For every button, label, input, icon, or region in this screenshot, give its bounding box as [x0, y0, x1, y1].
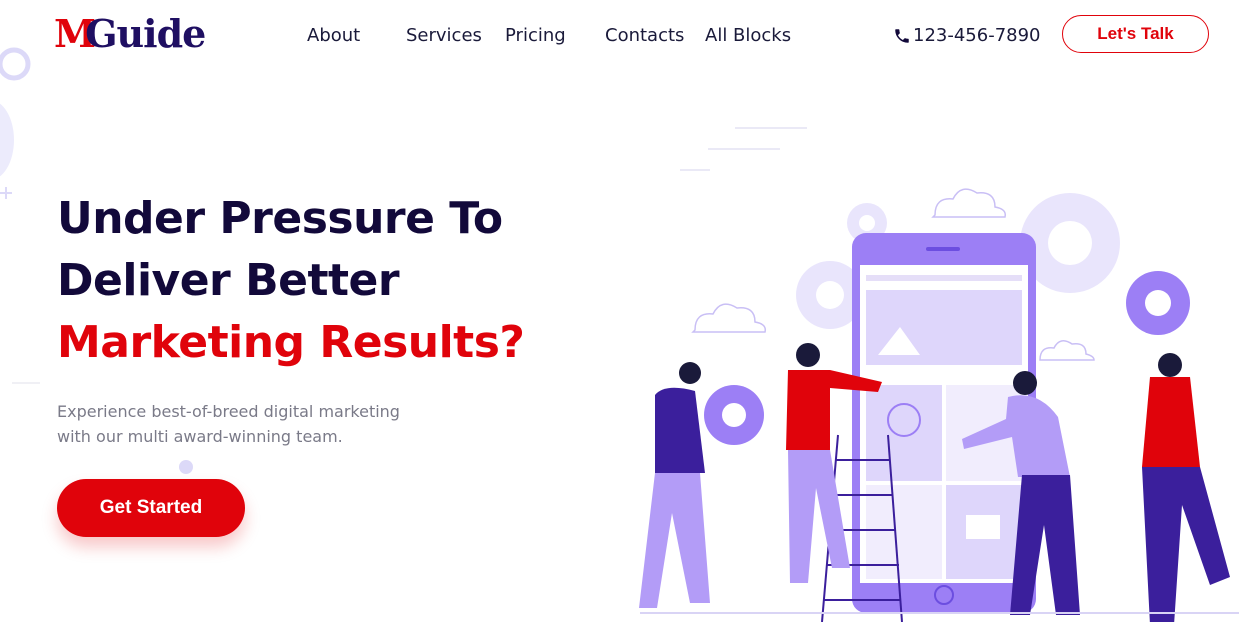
- lets-talk-button[interactable]: Let's Talk: [1062, 15, 1209, 53]
- phone-icon: [895, 29, 909, 43]
- hero-title: Under Pressure To Deliver Better Marketi…: [57, 188, 577, 374]
- logo[interactable]: MGuide: [54, 11, 206, 56]
- phone-link[interactable]: 123-456-7890: [893, 24, 1041, 48]
- nav-about[interactable]: About: [307, 24, 360, 48]
- decorative-dot: [179, 460, 193, 474]
- nav-services[interactable]: Services: [406, 24, 482, 48]
- decorative-shapes: [0, 47, 40, 384]
- nav-contacts[interactable]: Contacts: [605, 24, 684, 48]
- hero-title-line-3: Marketing Results?: [57, 317, 525, 368]
- nav-pricing[interactable]: Pricing: [505, 24, 566, 48]
- hero-subtitle-line-2: with our multi award-winning team.: [57, 427, 343, 446]
- logo-text: Guide: [85, 11, 206, 56]
- phone-number: 123-456-7890: [913, 25, 1041, 46]
- nav-all-blocks[interactable]: All Blocks: [705, 24, 791, 48]
- hero-title-line-1: Under Pressure To: [57, 193, 503, 244]
- marketing-team-illustration: [639, 127, 1239, 622]
- get-started-button[interactable]: Get Started: [57, 479, 245, 537]
- hero-subtitle-line-1: Experience best-of-breed digital marketi…: [57, 402, 400, 421]
- hero-subtitle: Experience best-of-breed digital marketi…: [57, 399, 437, 449]
- hero-title-line-2: Deliver Better: [57, 255, 400, 306]
